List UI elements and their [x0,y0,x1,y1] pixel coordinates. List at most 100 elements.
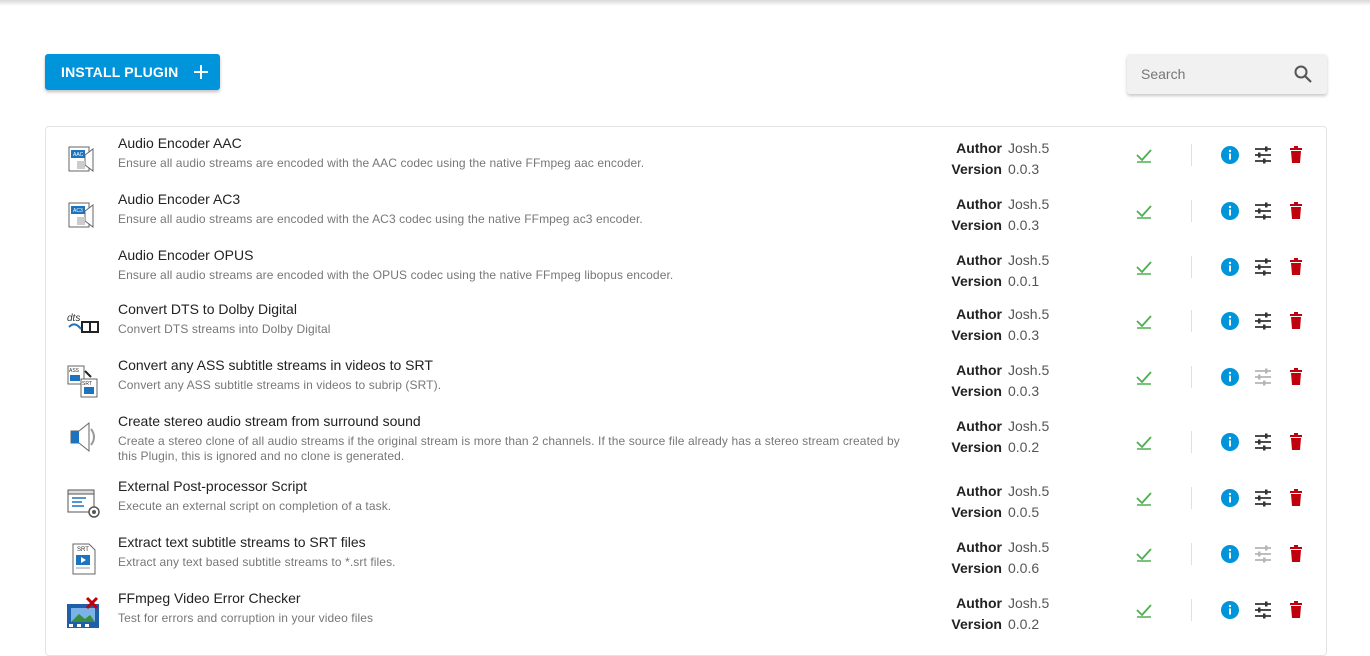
author-label: Author [956,539,1002,555]
author-label: Author [956,418,1002,434]
plugin-description: Execute an external script on completion… [118,499,392,513]
dts-dolby-icon: dts [65,307,101,343]
author-value: Josh.5 [1008,418,1050,434]
settings-sliders-icon[interactable] [1253,544,1273,564]
version-line: Version 0.0.2 [936,614,1049,635]
delete-trash-icon[interactable] [1286,600,1306,620]
author-line: Author Josh.5 [936,416,1049,437]
delete-trash-icon[interactable] [1286,257,1306,277]
version-value: 0.0.2 [1008,439,1040,455]
info-icon[interactable] [1220,600,1240,620]
delete-trash-icon[interactable] [1286,488,1306,508]
author-value: Josh.5 [1008,306,1050,322]
search-box[interactable] [1127,54,1327,94]
ass-to-srt-icon: ASS SRT [65,363,101,399]
enabled-check-icon [1135,258,1153,276]
settings-sliders-icon[interactable] [1253,600,1273,620]
author-line: Author Josh.5 [936,138,1049,159]
version-label: Version [951,504,1002,520]
divider [1191,200,1192,222]
settings-sliders-icon[interactable] [1253,488,1273,508]
plugin-list: AAC Audio Encoder AAC Ensure all audio str… [45,126,1327,656]
author-label: Author [956,196,1002,212]
version-label: Version [951,327,1002,343]
plugin-row: ASS SRT Convert any ASS subtitle streams i… [46,355,1326,411]
plugin-description: Ensure all audio streams are encoded wit… [118,156,645,170]
top-shadow [0,0,1370,6]
info-icon[interactable] [1220,145,1240,165]
divider [1191,599,1192,621]
plugin-meta: Author Josh.5 Version 0.0.2 [936,416,1049,458]
svg-text:SRT: SRT [77,547,89,553]
version-label: Version [951,560,1002,576]
info-icon[interactable] [1220,432,1240,452]
plugin-row: AC3 Audio Encoder AC3 Ensure all audio str… [46,189,1326,245]
install-plugin-label: INSTALL PLUGIN [61,64,179,80]
svg-text:AC3: AC3 [73,208,83,214]
script-window-icon [65,484,101,520]
divider [1191,366,1192,388]
plugin-row: FFmpeg Video Error Checker Test for error… [46,588,1326,644]
info-icon[interactable] [1220,201,1240,221]
settings-sliders-icon[interactable] [1253,145,1273,165]
author-label: Author [956,483,1002,499]
version-label: Version [951,439,1002,455]
version-label: Version [951,273,1002,289]
settings-sliders-icon[interactable] [1253,367,1273,387]
version-value: 0.0.3 [1008,161,1040,177]
version-line: Version 0.0.3 [936,381,1049,402]
search-icon[interactable] [1294,65,1312,83]
delete-trash-icon[interactable] [1286,145,1306,165]
svg-text:dts: dts [67,313,80,324]
plugin-meta: Author Josh.5 Version 0.0.5 [936,481,1049,523]
plugin-meta: Author Josh.5 Version 0.0.6 [936,537,1049,579]
settings-sliders-icon[interactable] [1253,311,1273,331]
author-value: Josh.5 [1008,196,1050,212]
divider [1191,431,1192,453]
version-line: Version 0.0.3 [936,159,1049,180]
delete-trash-icon[interactable] [1286,367,1306,387]
plugin-row: Audio Encoder OPUS Ensure all audio strea… [46,245,1326,301]
author-line: Author Josh.5 [936,537,1049,558]
settings-sliders-icon[interactable] [1253,257,1273,277]
delete-trash-icon[interactable] [1286,544,1306,564]
plugin-meta: Author Josh.5 Version 0.0.1 [936,250,1049,292]
version-value: 0.0.3 [1008,217,1040,233]
settings-sliders-icon[interactable] [1253,432,1273,452]
plugin-description: Convert DTS streams into Dolby Digital [118,322,331,336]
settings-sliders-icon[interactable] [1253,201,1273,221]
info-icon[interactable] [1220,311,1240,331]
divider [1191,487,1192,509]
version-line: Version 0.0.6 [936,558,1049,579]
enabled-check-icon [1135,202,1153,220]
info-icon[interactable] [1220,257,1240,277]
plugin-meta: Author Josh.5 Version 0.0.3 [936,194,1049,236]
install-plugin-button[interactable]: INSTALL PLUGIN [45,54,220,90]
author-label: Author [956,252,1002,268]
delete-trash-icon[interactable] [1286,201,1306,221]
version-label: Version [951,616,1002,632]
version-line: Version 0.0.3 [936,215,1049,236]
plugin-name: FFmpeg Video Error Checker [118,590,301,606]
plugin-row: dts Convert DTS to Dolby Digital Convert D… [46,299,1326,355]
author-label: Author [956,362,1002,378]
version-value: 0.0.1 [1008,273,1040,289]
plugin-name: Audio Encoder OPUS [118,247,254,263]
search-input[interactable] [1139,65,1293,83]
version-line: Version 0.0.2 [936,437,1049,458]
enabled-check-icon [1135,601,1153,619]
author-line: Author Josh.5 [936,250,1049,271]
author-line: Author Josh.5 [936,360,1049,381]
author-value: Josh.5 [1008,140,1050,156]
author-value: Josh.5 [1008,483,1050,499]
version-line: Version 0.0.1 [936,271,1049,292]
info-icon[interactable] [1220,544,1240,564]
plugin-description: Convert any ASS subtitle streams in vide… [118,378,442,392]
info-icon[interactable] [1220,367,1240,387]
info-icon[interactable] [1220,488,1240,508]
plugin-name: Create stereo audio stream from surround… [118,413,421,429]
svg-text:SRT: SRT [82,381,92,387]
stereo-speaker-icon [65,419,101,455]
delete-trash-icon[interactable] [1286,311,1306,331]
delete-trash-icon[interactable] [1286,432,1306,452]
